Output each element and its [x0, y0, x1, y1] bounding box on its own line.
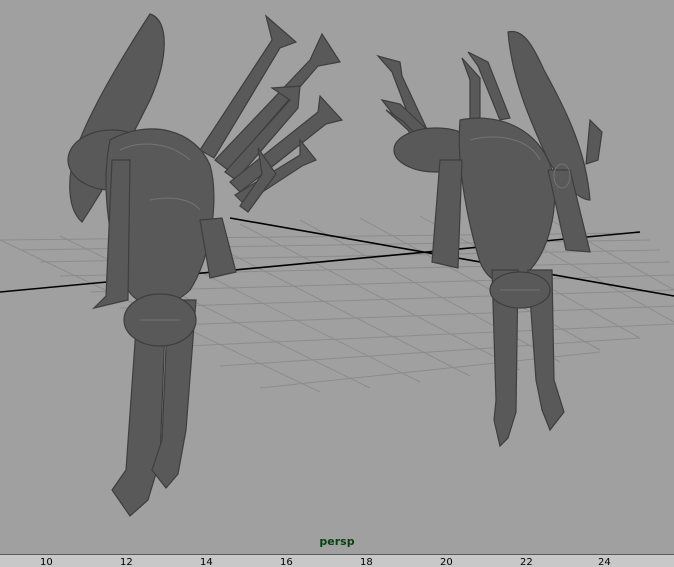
time-slider[interactable]: 10 12 14 16 18 20 22 24: [0, 554, 674, 567]
perspective-viewport[interactable]: persp: [0, 0, 674, 554]
creature-model-right[interactable]: [376, 30, 603, 448]
camera-name-label: persp: [319, 535, 355, 548]
viewport-scene[interactable]: [0, 0, 674, 554]
creature-model-left[interactable]: [67, 13, 344, 517]
